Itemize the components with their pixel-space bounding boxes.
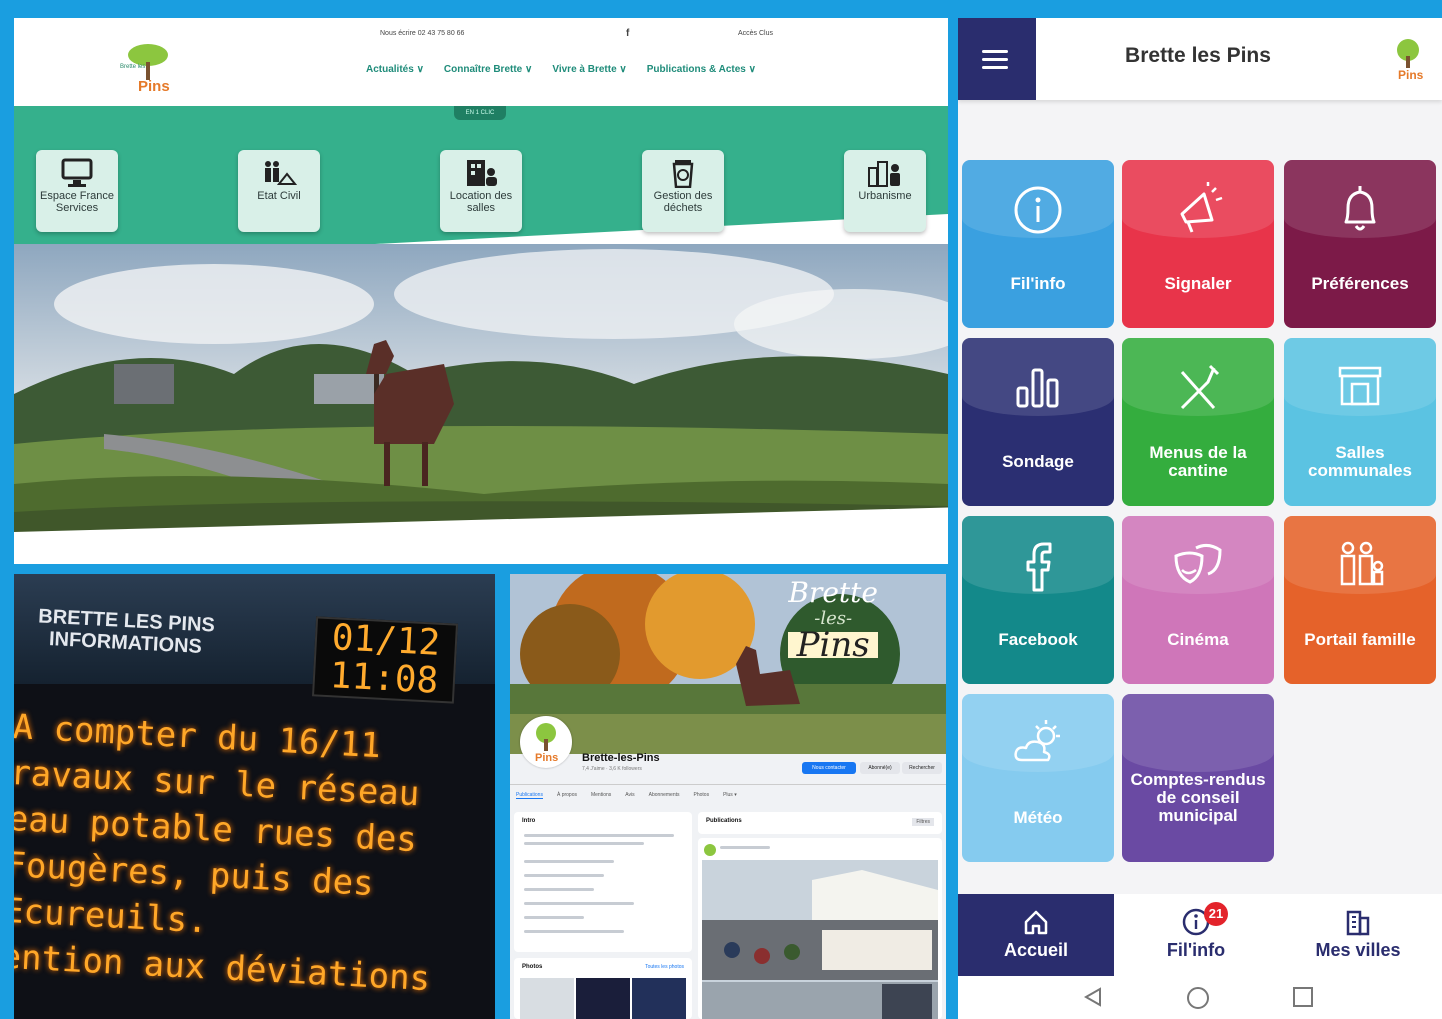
board-time: 11:08 — [328, 655, 440, 702]
family-book-icon — [265, 161, 297, 185]
post-card — [698, 838, 942, 1019]
nav-publications[interactable]: Publications & Actes ∨ — [647, 64, 756, 75]
logo-tagline: Brette les — [120, 64, 146, 70]
facebook-icon — [1026, 542, 1052, 592]
profile-picture[interactable]: Pins — [520, 716, 572, 768]
mobile-app-screenshot: Brette les Pins Pins Fil'info Signaler P… — [958, 18, 1442, 1019]
app-logo: Pins — [1388, 38, 1428, 82]
tile-comptes-rendus[interactable]: Comptes-rendus de conseil municipal — [1122, 694, 1274, 862]
hamburger-menu-button[interactable] — [958, 18, 1036, 100]
tab-publications[interactable]: Publications — [516, 792, 543, 799]
notification-badge: 21 — [1204, 902, 1228, 926]
info-icon — [1014, 186, 1062, 234]
page-stats: 7,4 J'aime · 3,6 K followers — [582, 766, 642, 772]
cutlery-icon — [1180, 364, 1220, 410]
back-icon[interactable] — [1082, 986, 1104, 1008]
deer-sculpture-photo — [14, 244, 948, 544]
tile-portail-famille[interactable]: Portail famille — [1284, 516, 1436, 684]
android-navigation-bar — [958, 976, 1442, 1019]
tile-sondage[interactable]: Sondage — [962, 338, 1114, 506]
website-screenshot: Brette les Pins Nous écrire 02 43 75 80 … — [14, 18, 948, 564]
page-name: Brette-les-Pins — [582, 752, 660, 764]
search-button[interactable]: Rechercher — [902, 762, 942, 774]
page-tabs: Publications À propos Mentions Avis Abon… — [516, 792, 737, 799]
quick-link-france-services[interactable]: Espace France Services — [36, 150, 118, 232]
avatar — [704, 844, 716, 856]
weather-icon — [1014, 720, 1060, 762]
access-link[interactable]: Accès Clus — [738, 30, 773, 37]
tile-cinema[interactable]: Cinéma — [1122, 516, 1274, 684]
facebook-icon[interactable]: f — [626, 28, 629, 39]
city-builder-icon — [868, 161, 900, 187]
nav-accueil[interactable]: Accueil — [958, 894, 1114, 976]
recycle-bin-icon — [672, 160, 694, 188]
home-icon — [1024, 910, 1048, 935]
tab-more[interactable]: Plus ▾ — [723, 792, 737, 799]
buildings-icon — [1346, 910, 1370, 936]
theater-masks-icon — [1174, 543, 1222, 584]
facebook-cover-photo: Brette -les- Pins — [510, 574, 946, 754]
tile-preferences[interactable]: Préférences — [1284, 160, 1436, 328]
tile-signaler[interactable]: Signaler — [1122, 160, 1274, 328]
tab-mentions[interactable]: Mentions — [591, 792, 611, 799]
quick-link-location-salles[interactable]: Location des salles — [440, 150, 522, 232]
board-message: A compter du 16/11 ravaux sur le réseau … — [14, 706, 432, 1000]
logo-text: Pins — [138, 78, 170, 95]
tab-followers[interactable]: Abonnements — [649, 792, 680, 799]
posts-header-card: Publications Filtres — [698, 812, 942, 834]
app-title: Brette les Pins — [1125, 44, 1271, 67]
one-click-tab: EN 1 CLIC — [454, 106, 506, 120]
nav-mes-villes[interactable]: Mes villes — [1280, 894, 1436, 976]
app-header: Brette les Pins Pins — [958, 18, 1442, 100]
contact-link[interactable]: Nous écrire 02 43 75 80 66 — [380, 30, 464, 37]
bar-chart-icon — [1016, 368, 1059, 408]
quick-link-dechets[interactable]: Gestion des déchets — [642, 150, 724, 232]
tree-icon: Pins — [535, 723, 558, 764]
home-circle-icon[interactable] — [1186, 986, 1210, 1010]
site-header: Brette les Pins Nous écrire 02 43 75 80 … — [14, 18, 948, 106]
cover-title: Brette -les- Pins — [788, 576, 878, 665]
quick-link-urbanisme[interactable]: Urbanisme — [844, 150, 926, 232]
nav-actualites[interactable]: Actualités ∨ — [366, 64, 424, 75]
contact-button[interactable]: Nous contacter — [802, 762, 856, 774]
quick-link-etat-civil[interactable]: Etat Civil — [238, 150, 320, 232]
tile-salles-communales[interactable]: Salles communales — [1284, 338, 1436, 506]
nav-fil-info[interactable]: 21 Fil'info — [1118, 894, 1274, 976]
tab-reviews[interactable]: Avis — [625, 792, 634, 799]
tab-about[interactable]: À propos — [557, 792, 577, 799]
tab-photos[interactable]: Photos — [694, 792, 710, 799]
family-icon — [1340, 541, 1384, 586]
hero-photo — [14, 244, 948, 544]
bell-icon — [1344, 186, 1376, 231]
market-photo — [702, 860, 938, 1019]
bottom-nav: Accueil 21 Fil'info Mes villes — [958, 894, 1442, 976]
filter-button[interactable]: Filtres — [912, 818, 934, 826]
recents-icon[interactable] — [1292, 986, 1314, 1008]
tile-menus-cantine[interactable]: Menus de la cantine — [1122, 338, 1274, 506]
tile-fil-info[interactable]: Fil'info — [962, 160, 1114, 328]
computer-icon — [61, 158, 93, 187]
site-logo[interactable]: Brette les Pins — [118, 44, 178, 98]
all-photos-link[interactable]: Toutes les photos — [645, 964, 684, 970]
nav-vivre-a-brette[interactable]: Vivre à Brette ∨ — [552, 64, 626, 75]
svg-text:Pins: Pins — [535, 752, 558, 764]
tile-facebook[interactable]: Facebook — [962, 516, 1114, 684]
main-nav: Actualités ∨ Connaître Brette ∨ Vivre à … — [366, 64, 756, 75]
megaphone-icon — [1180, 182, 1223, 233]
hall-icon — [1338, 366, 1382, 406]
led-info-board-photo: BRETTE LES PINS INFORMATIONS 01/12 11:08… — [14, 574, 495, 1019]
facebook-page-screenshot: Brette -les- Pins Pins Brette-les-Pins 7… — [510, 574, 946, 1019]
follow-button[interactable]: Abonné(e) — [860, 762, 900, 774]
building-person-icon — [467, 160, 497, 186]
nav-connaitre-brette[interactable]: Connaître Brette ∨ — [444, 64, 532, 75]
intro-card: Intro — [514, 812, 692, 952]
tile-meteo[interactable]: Météo — [962, 694, 1114, 862]
board-clock: 01/12 11:08 — [312, 616, 458, 704]
photos-card: Photos Toutes les photos — [514, 958, 692, 1019]
